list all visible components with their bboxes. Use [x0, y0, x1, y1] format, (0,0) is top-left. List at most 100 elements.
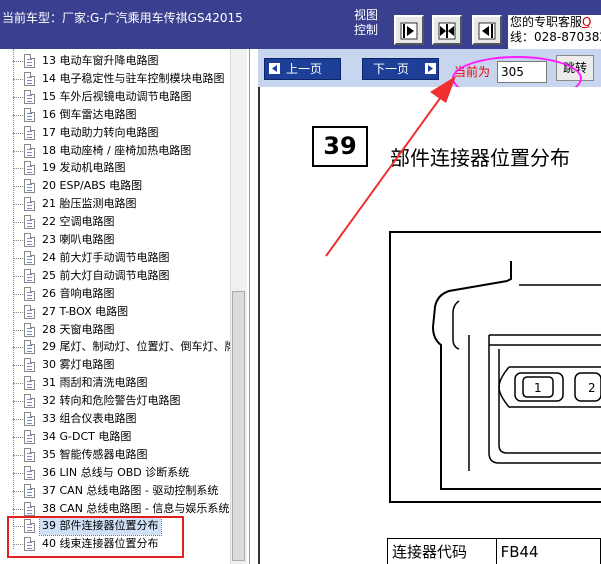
- tree-item-label: 33 组合仪表电路图: [42, 412, 137, 425]
- tree-item[interactable]: 37 CAN 总线电路图 - 驱动控制系统: [13, 482, 238, 500]
- tree-item-label: 17 电动助力转向电路图: [42, 125, 159, 139]
- view-next-button[interactable]: [394, 15, 424, 45]
- tree-item[interactable]: 30 雾灯电路图: [13, 356, 238, 374]
- document-icon: [24, 215, 35, 230]
- tree-item[interactable]: 33 组合仪表电路图: [13, 410, 238, 428]
- document-icon: [24, 429, 35, 444]
- tree-item-label: 24 前大灯手动调节电路图: [42, 250, 170, 264]
- pin-1-label: 1: [534, 381, 542, 395]
- connector-drawing: 1 2: [431, 261, 601, 490]
- tree-item[interactable]: 15 车外后视镜电动调节电路图: [13, 88, 238, 106]
- document-title: 部件连接器位置分布: [390, 146, 570, 170]
- tree-item[interactable]: 21 胎压监测电路图: [13, 195, 238, 213]
- connector-code-label: 连接器代码: [387, 538, 497, 564]
- tree-item-label: 26 音响电路图: [42, 286, 115, 300]
- tree-item-label: 37 CAN 总线电路图 - 驱动控制系统: [42, 483, 219, 497]
- document-icon: [24, 412, 35, 426]
- document-icon: [24, 54, 35, 68]
- tree-item[interactable]: 14 电子稳定性与驻车控制模块电路图: [13, 70, 238, 88]
- car-model-info: 当前车型：厂家:G-广汽乘用车传祺GS42015: [2, 11, 243, 25]
- pin-2-label: 2: [588, 381, 596, 395]
- tree-item-label: 34 G-DCT 电路图: [42, 429, 132, 443]
- document-icon: [24, 322, 35, 337]
- document-icon: [24, 89, 35, 104]
- tree-item-label: 16 倒车雷达电路图: [42, 107, 137, 121]
- document-icon: [24, 483, 35, 498]
- tree-item[interactable]: 19 发动机电路图: [13, 159, 238, 177]
- document-icon: [24, 250, 35, 265]
- tree-item[interactable]: 23 喇叭电路图: [13, 231, 238, 249]
- tree-item-label: 23 喇叭电路图: [42, 233, 115, 246]
- tree-item-label: 28 天窗电路图: [42, 322, 115, 336]
- tree-item[interactable]: 27 T-BOX 电路图: [13, 303, 238, 321]
- document-icon: [24, 197, 35, 212]
- tree-item-label: 15 车外后视镜电动调节电路图: [42, 89, 192, 103]
- tree-scrollbar-thumb[interactable]: [232, 291, 245, 561]
- document-icon: [24, 501, 35, 516]
- document-icon: [24, 286, 35, 301]
- tree-item[interactable]: 22 空调电路图: [13, 213, 238, 231]
- tree-item-label: 32 转向和危险警告灯电路图: [42, 394, 181, 408]
- tree-item[interactable]: 36 LIN 总线与 OBD 诊断系统: [13, 464, 238, 482]
- right-arrow-icon: [425, 63, 436, 74]
- chapter-number: 39: [312, 126, 368, 167]
- next-page-button[interactable]: 下一页: [362, 58, 439, 80]
- arrow-right-icon: [400, 22, 418, 40]
- tree-item[interactable]: 18 电动座椅 / 座椅加热电路图: [13, 142, 238, 160]
- tree-item[interactable]: 32 转向和危险警告灯电路图: [13, 392, 238, 410]
- document-icon: [24, 268, 35, 283]
- prev-page-button[interactable]: 上一页: [264, 58, 341, 80]
- tree-item[interactable]: 20 ESP/ABS 电路图: [13, 177, 238, 195]
- tree-item[interactable]: 28 天窗电路图: [13, 321, 238, 339]
- tree-item-label: 31 雨刮和清洗电路图: [42, 376, 148, 390]
- document-icon: [24, 304, 35, 319]
- view-split-button[interactable]: [432, 15, 462, 45]
- header-bar: 当前车型：厂家:G-广汽乘用车传祺GS42015 视图 控制 您的专职客服Q 线…: [0, 0, 601, 49]
- tree-item-label: 13 电动车窗升降电路图: [42, 54, 159, 67]
- tree-item-label: 22 空调电路图: [42, 215, 115, 229]
- document-icon: [24, 143, 35, 158]
- tree-item[interactable]: 26 音响电路图: [13, 285, 238, 303]
- view-prev-button[interactable]: [472, 15, 502, 45]
- tree-item-label: 29 尾灯、制动灯、位置灯、倒车灯、牌: [42, 340, 236, 354]
- connector-code-value: FB44: [495, 538, 601, 564]
- document-icon: [24, 71, 35, 86]
- customer-service-info: 您的专职客服Q 线：028-870382: [508, 15, 601, 49]
- document-icon: [24, 447, 35, 462]
- tree-item[interactable]: 29 尾灯、制动灯、位置灯、倒车灯、牌: [13, 338, 238, 356]
- document-icon: [24, 107, 35, 122]
- tree-item-label: 25 前大灯自动调节电路图: [42, 268, 170, 282]
- view-control-label: 视图 控制: [354, 8, 379, 37]
- tree-item[interactable]: 34 G-DCT 电路图: [13, 428, 238, 446]
- tree-item[interactable]: 13 电动车窗升降电路图: [13, 52, 238, 70]
- tree-item-label: 35 智能传感器电路图: [42, 447, 148, 461]
- document-icon: [24, 376, 35, 391]
- document-icon: [24, 340, 35, 355]
- tree-item[interactable]: 31 雨刮和清洗电路图: [13, 374, 238, 392]
- document-icon: [24, 358, 35, 373]
- document-icon: [24, 394, 35, 409]
- document-icon: [24, 233, 35, 247]
- left-arrow-icon: [269, 63, 280, 74]
- tree-item-label: 18 电动座椅 / 座椅加热电路图: [42, 143, 192, 157]
- tree-item-label: 20 ESP/ABS 电路图: [42, 179, 143, 193]
- connector-info-table: 连接器代码 FB44: [387, 538, 601, 564]
- arrow-left-icon: [478, 22, 496, 40]
- service-link[interactable]: Q: [582, 15, 591, 29]
- tree-item[interactable]: 16 倒车雷达电路图: [13, 106, 238, 124]
- split-icon: [438, 22, 456, 40]
- document-icon: [24, 179, 35, 194]
- tree-item[interactable]: 24 前大灯手动调节电路图: [13, 249, 238, 267]
- tree-item-label: 14 电子稳定性与驻车控制模块电路图: [42, 71, 225, 85]
- document-icon: [24, 125, 35, 140]
- tree-item[interactable]: 38 CAN 总线电路图 - 信息与娱乐系统: [13, 500, 238, 518]
- tree-item-label: 19 发动机电路图: [42, 161, 126, 175]
- tree-item[interactable]: 17 电动助力转向电路图: [13, 124, 238, 142]
- tree-item[interactable]: 35 智能传感器电路图: [13, 446, 238, 464]
- tree-item-label: 30 雾灯电路图: [42, 358, 115, 372]
- tree-item-label: 38 CAN 总线电路图 - 信息与娱乐系统: [42, 501, 230, 515]
- chapter-tree[interactable]: 13 电动车窗升降电路图 14 电子稳定性与驻车控制模块电路图 15 车外后视镜电动…: [0, 49, 250, 564]
- red-highlight-box: [7, 516, 184, 558]
- tree-item[interactable]: 25 前大灯自动调节电路图: [13, 267, 238, 285]
- document-left-border: [258, 87, 260, 564]
